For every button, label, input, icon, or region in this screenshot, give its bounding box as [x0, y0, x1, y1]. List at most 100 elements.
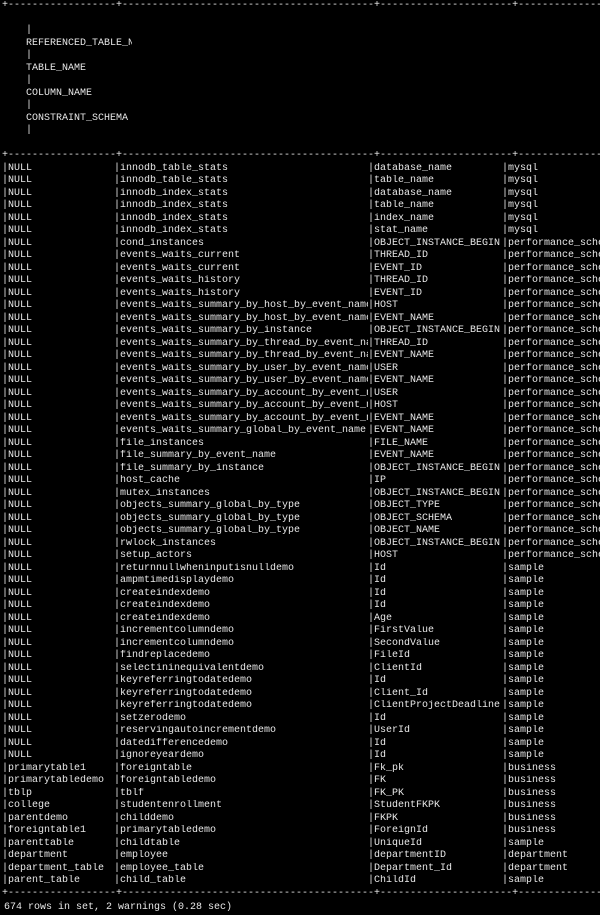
table-row: |NULL|objects_summary_global_by_type|OBJ… [2, 513, 598, 526]
cell-table-name: events_waits_current [120, 250, 368, 263]
cell-column-name: OBJECT_INSTANCE_BEGIN [374, 463, 502, 476]
col-referenced-table-name: REFERENCED_TABLE_NAME [26, 38, 132, 51]
cell-constraint-schema: mysql [508, 225, 600, 238]
cell-table-name: objects_summary_global_by_type [120, 500, 368, 513]
cell-referenced-table-name: NULL [8, 588, 114, 601]
cell-constraint-schema: sample [508, 650, 600, 663]
cell-constraint-schema: performance_schema [508, 350, 600, 363]
cell-referenced-table-name: NULL [8, 413, 114, 426]
cell-constraint-schema: sample [508, 675, 600, 688]
cell-referenced-table-name: NULL [8, 538, 114, 551]
cell-table-name: primarytabledemo [120, 825, 368, 838]
cell-constraint-schema: performance_schema [508, 463, 600, 476]
cell-referenced-table-name: NULL [8, 513, 114, 526]
cell-referenced-table-name: NULL [8, 275, 114, 288]
table-row: |NULL|innodb_table_stats|table_name|mysq… [2, 175, 598, 188]
cell-table-name: innodb_index_stats [120, 200, 368, 213]
col-table-name: TABLE_NAME [26, 63, 274, 76]
cell-column-name: OBJECT_INSTANCE_BEGIN [374, 538, 502, 551]
cell-constraint-schema: department [508, 863, 600, 876]
cell-table-name: objects_summary_global_by_type [120, 513, 368, 526]
cell-referenced-table-name: NULL [8, 300, 114, 313]
table-row: |primarytable1|foreigntable|Fk_pk|busine… [2, 763, 598, 776]
cell-referenced-table-name: college [8, 800, 114, 813]
cell-constraint-schema: performance_schema [508, 488, 600, 501]
cell-constraint-schema: performance_schema [508, 288, 600, 301]
cell-column-name: Id [374, 563, 502, 576]
cell-column-name: EVENT_ID [374, 288, 502, 301]
cell-table-name: studentenrollment [120, 800, 368, 813]
cell-constraint-schema: performance_schema [508, 275, 600, 288]
cell-referenced-table-name: NULL [8, 688, 114, 701]
cell-column-name: Id [374, 750, 502, 763]
cell-column-name: database_name [374, 188, 502, 201]
cell-column-name: OBJECT_SCHEMA [374, 513, 502, 526]
cell-constraint-schema: performance_schema [508, 450, 600, 463]
table-row: |NULL|events_waits_summary_by_host_by_ev… [2, 300, 598, 313]
cell-referenced-table-name: NULL [8, 175, 114, 188]
cell-constraint-schema: performance_schema [508, 438, 600, 451]
cell-referenced-table-name: NULL [8, 425, 114, 438]
table-row: |NULL|keyreferringtodatedemo|Client_Id|s… [2, 688, 598, 701]
cell-table-name: events_waits_summary_by_account_by_event… [120, 400, 368, 413]
cell-constraint-schema: sample [508, 713, 600, 726]
table-row: |parentdemo|childdemo|FKPK|business| [2, 813, 598, 826]
cell-referenced-table-name: NULL [8, 400, 114, 413]
cell-column-name: HOST [374, 400, 502, 413]
cell-constraint-schema: business [508, 763, 600, 776]
cell-table-name: file_summary_by_event_name [120, 450, 368, 463]
cell-referenced-table-name: NULL [8, 200, 114, 213]
cell-table-name: reservingautoincrementdemo [120, 725, 368, 738]
table-row: |NULL|setzerodemo|Id|sample| [2, 713, 598, 726]
cell-column-name: Id [374, 738, 502, 751]
cell-table-name: datedifferencedemo [120, 738, 368, 751]
table-border-header: +------------------+--------------------… [2, 150, 598, 163]
table-row: |NULL|ignoreyeardemo|Id|sample| [2, 750, 598, 763]
cell-column-name: Fk_pk [374, 763, 502, 776]
cell-constraint-schema: sample [508, 838, 600, 851]
cell-referenced-table-name: NULL [8, 750, 114, 763]
cell-referenced-table-name: NULL [8, 613, 114, 626]
cell-column-name: OBJECT_NAME [374, 525, 502, 538]
cell-constraint-schema: performance_schema [508, 525, 600, 538]
cell-table-name: objects_summary_global_by_type [120, 525, 368, 538]
cell-constraint-schema: performance_schema [508, 413, 600, 426]
cell-referenced-table-name: NULL [8, 450, 114, 463]
table-row: |NULL|host_cache|IP|performance_schema| [2, 475, 598, 488]
cell-constraint-schema: sample [508, 875, 600, 888]
table-row: |NULL|file_summary_by_event_name|EVENT_N… [2, 450, 598, 463]
table-row: |NULL|cond_instances|OBJECT_INSTANCE_BEG… [2, 238, 598, 251]
cell-referenced-table-name: NULL [8, 388, 114, 401]
col-column-name: COLUMN_NAME [26, 88, 154, 101]
cell-column-name: Id [374, 675, 502, 688]
cell-referenced-table-name: parenttable [8, 838, 114, 851]
table-row: |NULL|events_waits_summary_by_host_by_ev… [2, 313, 598, 326]
cell-referenced-table-name: NULL [8, 663, 114, 676]
cell-table-name: events_waits_summary_by_thread_by_event_… [120, 350, 368, 363]
cell-table-name: employee_table [120, 863, 368, 876]
cell-column-name: EVENT_NAME [374, 413, 502, 426]
table-row: |NULL|events_waits_history|THREAD_ID|per… [2, 275, 598, 288]
table-row: |NULL|events_waits_summary_by_account_by… [2, 413, 598, 426]
cell-column-name: Id [374, 600, 502, 613]
table-row: |NULL|returnnullwheninputisnulldemo|Id|s… [2, 563, 598, 576]
cell-column-name: Id [374, 713, 502, 726]
table-border-top: +------------------+--------------------… [2, 0, 598, 13]
table-row: |NULL|innodb_index_stats|index_name|mysq… [2, 213, 598, 226]
table-row: |parenttable|childtable|UniqueId|sample| [2, 838, 598, 851]
cell-column-name: USER [374, 388, 502, 401]
table-row: |NULL|events_waits_history|EVENT_ID|perf… [2, 288, 598, 301]
cell-column-name: FirstValue [374, 625, 502, 638]
table-row: |NULL|reservingautoincrementdemo|UserId|… [2, 725, 598, 738]
cell-table-name: events_waits_current [120, 263, 368, 276]
cell-referenced-table-name: NULL [8, 213, 114, 226]
cell-table-name: keyreferringtodatedemo [120, 688, 368, 701]
cell-table-name: innodb_index_stats [120, 188, 368, 201]
cell-referenced-table-name: NULL [8, 338, 114, 351]
cell-table-name: events_waits_summary_by_host_by_event_na… [120, 300, 368, 313]
table-row: |NULL|events_waits_summary_by_account_by… [2, 400, 598, 413]
cell-constraint-schema: performance_schema [508, 513, 600, 526]
table-row: |NULL|setup_actors|HOST|performance_sche… [2, 550, 598, 563]
table-row: |NULL|incrementcolumndemo|FirstValue|sam… [2, 625, 598, 638]
cell-column-name: ClientProjectDeadline [374, 700, 502, 713]
